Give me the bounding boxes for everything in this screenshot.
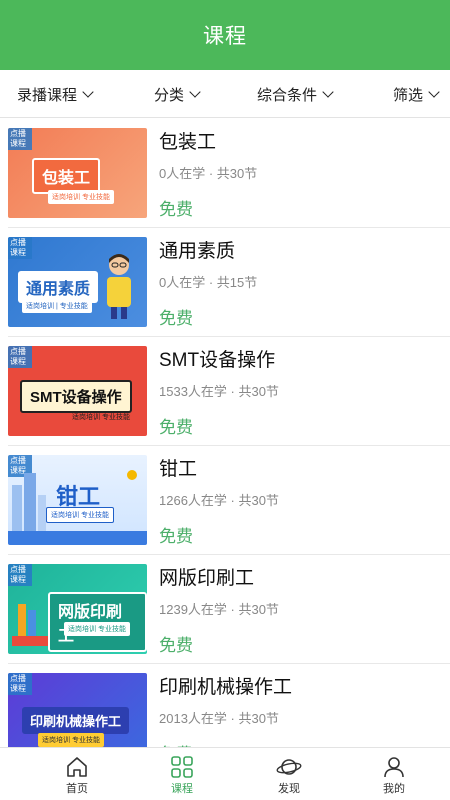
thumbnail-banner: 包装工 bbox=[32, 158, 101, 194]
chevron-down-icon bbox=[322, 85, 334, 98]
course-meta: 0人在学 · 共15节 bbox=[159, 275, 258, 290]
tab-courses[interactable]: 课程 bbox=[142, 748, 222, 800]
thumbnail-banner: SMT设备操作 bbox=[20, 380, 132, 413]
chevron-down-icon bbox=[189, 85, 201, 98]
tab-home[interactable]: 首页 bbox=[37, 748, 117, 800]
course-item[interactable]: 点播课程 SMT设备操作 适岗培训 专业技能 SMT设备操作 1533人在学 ·… bbox=[8, 337, 450, 446]
course-title: 钳工 bbox=[159, 459, 198, 480]
tab-profile[interactable]: 我的 bbox=[354, 748, 434, 800]
course-title: 包装工 bbox=[159, 132, 217, 153]
thumbnail-tag: 点播课程 bbox=[8, 673, 32, 695]
course-title: 通用素质 bbox=[159, 241, 236, 262]
course-price: 免费 bbox=[159, 740, 193, 747]
course-thumbnail: 点播课程 SMT设备操作 适岗培训 专业技能 bbox=[8, 346, 147, 436]
filter-recorded-courses[interactable]: 录播课程 bbox=[17, 70, 94, 118]
course-thumbnail: 点播课程 印刷机械操作工 适岗培训 专业技能 bbox=[8, 673, 147, 747]
course-meta: 1239人在学 · 共30节 bbox=[159, 602, 279, 617]
tab-label: 课程 bbox=[171, 783, 193, 795]
filter-label: 综合条件 bbox=[257, 86, 318, 104]
tab-label: 我的 bbox=[383, 783, 405, 795]
course-title: 印刷机械操作工 bbox=[159, 677, 293, 698]
thumbnail-subtitle: 适岗培训 专业技能 bbox=[64, 622, 130, 636]
course-meta: 2013人在学 · 共30节 bbox=[159, 711, 279, 726]
course-item[interactable]: 点播课程 包装工 适岗培训 专业技能 包装工 0人在学 · 共30节 免费 bbox=[8, 119, 450, 228]
thumbnail-tag: 点播课程 bbox=[8, 346, 32, 368]
app-header: 课程 bbox=[0, 0, 450, 70]
thumbnail-subtitle: 适岗培训 | 专业技能 bbox=[22, 299, 92, 313]
course-price: 免费 bbox=[159, 200, 193, 219]
home-icon bbox=[67, 757, 87, 777]
filter-bar: 录播课程 分类 综合条件 筛选 bbox=[0, 70, 450, 118]
filter-label: 筛选 bbox=[393, 86, 424, 104]
course-grid-icon bbox=[171, 756, 193, 778]
thumbnail-subtitle: 适岗培训 专业技能 bbox=[46, 507, 114, 523]
course-price: 免费 bbox=[159, 636, 193, 655]
filter-label: 分类 bbox=[154, 86, 185, 104]
person-icon bbox=[384, 757, 404, 778]
chevron-down-icon bbox=[82, 85, 94, 98]
thumbnail-banner: 印刷机械操作工 bbox=[22, 707, 130, 734]
thumbnail-subtitle: 适岗培训 专业技能 bbox=[72, 414, 130, 421]
thumbnail-tag: 点播课程 bbox=[8, 128, 32, 150]
course-item[interactable]: 点播课程 印刷机械操作工 适岗培训 专业技能 印刷机械操作工 2013人在学 ·… bbox=[8, 664, 450, 747]
course-thumbnail: 点播课程 通用素质 适岗培训 | 专业技能 bbox=[8, 237, 147, 327]
course-title: SMT设备操作 bbox=[159, 350, 276, 371]
chevron-down-icon bbox=[428, 85, 440, 98]
course-thumbnail: 点播课程 网版印刷工 适岗培训 专业技能 bbox=[8, 564, 147, 654]
course-item[interactable]: 点播课程 网版印刷工 适岗培训 专业技能 网版印刷工 1239人在学 · 共30… bbox=[8, 555, 450, 664]
filter-sort-conditions[interactable]: 综合条件 bbox=[257, 70, 334, 118]
course-thumbnail: 点播课程 包装工 适岗培训 专业技能 bbox=[8, 128, 147, 218]
course-meta: 1266人在学 · 共30节 bbox=[159, 493, 279, 508]
course-title: 网版印刷工 bbox=[159, 568, 255, 589]
planet-icon bbox=[276, 759, 302, 775]
filter-screen[interactable]: 筛选 bbox=[393, 70, 440, 118]
thumbnail-tag: 点播课程 bbox=[8, 237, 32, 259]
cartoon-teacher-illustration bbox=[107, 254, 131, 319]
thumbnail-subtitle: 适岗培训 专业技能 bbox=[38, 733, 104, 747]
course-price: 免费 bbox=[159, 527, 193, 546]
course-thumbnail: 点播课程 钳工 适岗培训 专业技能 bbox=[8, 455, 147, 545]
course-meta: 0人在学 · 共30节 bbox=[159, 166, 258, 181]
course-meta: 1533人在学 · 共30节 bbox=[159, 384, 279, 399]
filter-category[interactable]: 分类 bbox=[154, 70, 201, 118]
course-item[interactable]: 点播课程 钳工 适岗培训 专业技能 钳工 1266人在学 · 共30节 免费 bbox=[8, 446, 450, 555]
page-title: 课程 bbox=[203, 25, 247, 48]
tab-label: 首页 bbox=[66, 783, 88, 795]
filter-label: 录播课程 bbox=[17, 86, 78, 104]
bottom-tab-bar: 首页 课程 发现 我的 bbox=[0, 747, 450, 800]
course-list: 点播课程 包装工 适岗培训 专业技能 包装工 0人在学 · 共30节 免费 点播… bbox=[0, 119, 450, 747]
tab-label: 发现 bbox=[278, 783, 300, 795]
course-item[interactable]: 点播课程 通用素质 适岗培训 | 专业技能 通用素质 0人在学 · 共15节 免… bbox=[8, 228, 450, 337]
thumbnail-subtitle: 适岗培训 专业技能 bbox=[48, 190, 114, 204]
tab-discover[interactable]: 发现 bbox=[249, 748, 329, 800]
course-price: 免费 bbox=[159, 418, 193, 437]
course-price: 免费 bbox=[159, 309, 193, 328]
